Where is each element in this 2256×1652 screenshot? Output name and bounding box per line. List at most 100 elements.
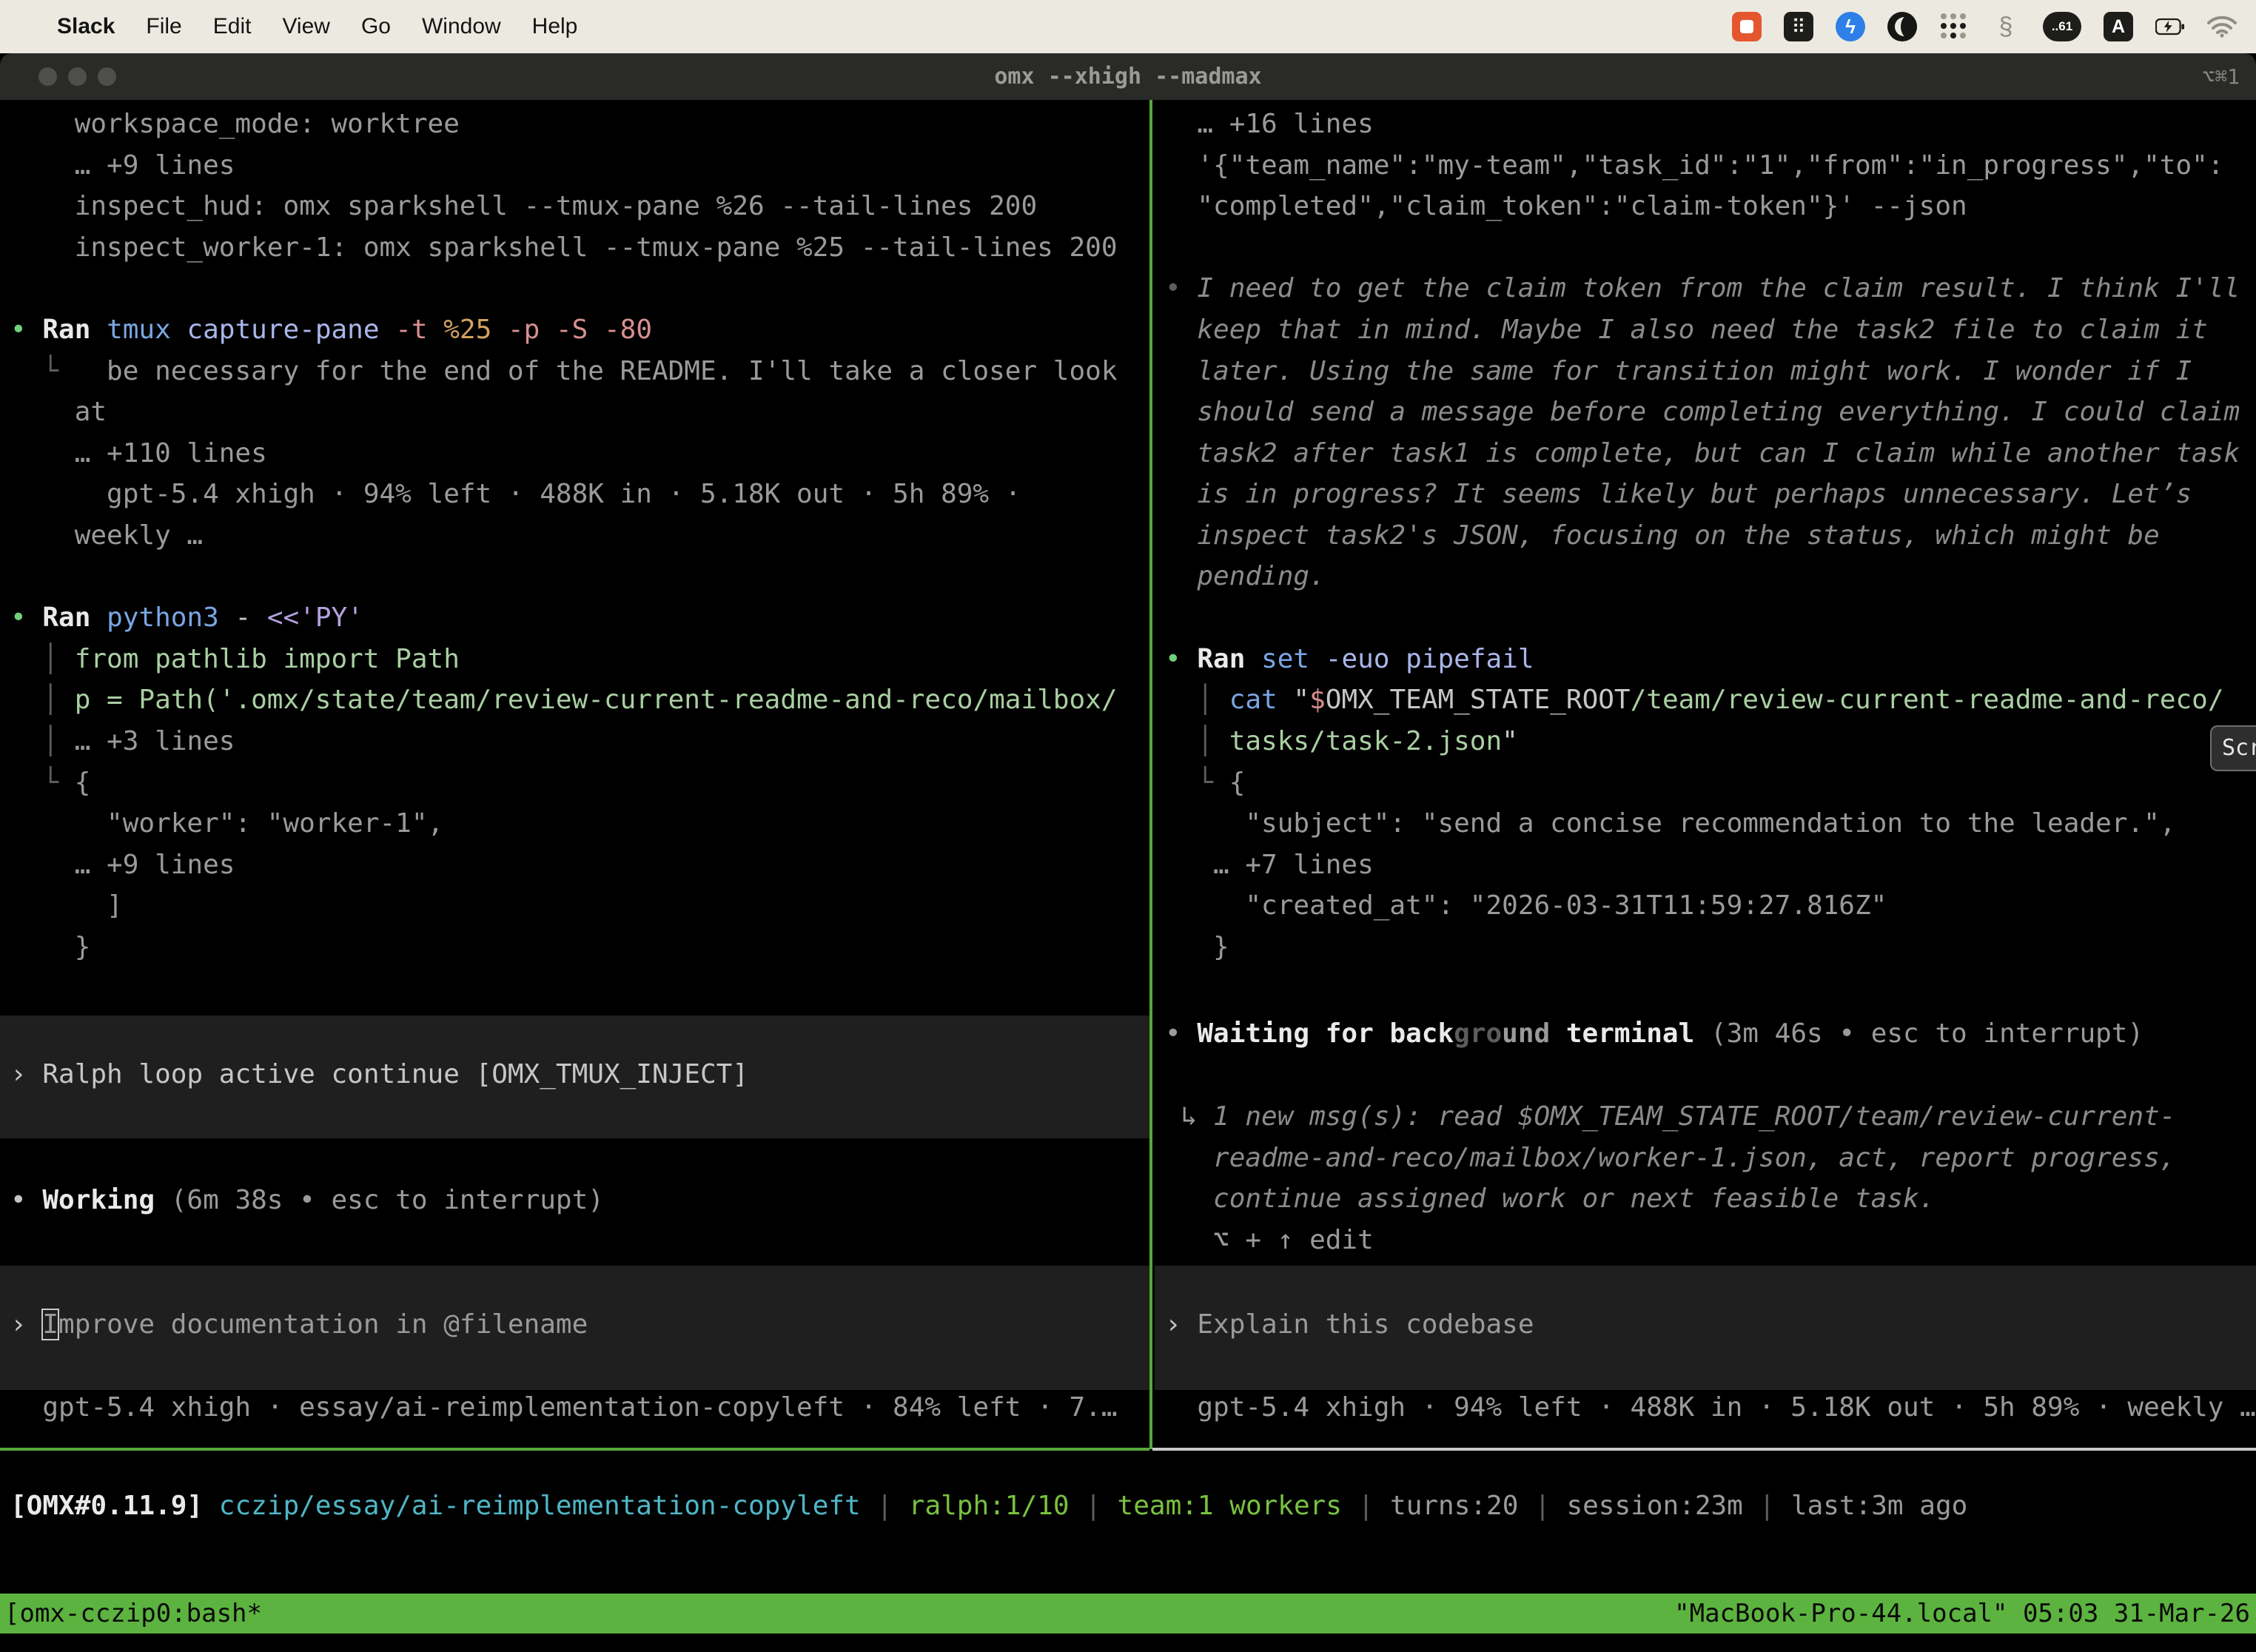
terminal-line: '{"team_name":"my-team","task_id":"1","f…	[1165, 145, 2223, 187]
terminal-text-segment: │	[1165, 685, 1229, 715]
terminal-line: inspect_worker-1: omx sparkshell --tmux-…	[10, 227, 1118, 269]
terminal-text-segment: continue assigned work or next feasible …	[1165, 1183, 1935, 1214]
terminal-text-segment: readme-and-reco/mailbox/worker-1.json, a…	[1165, 1143, 2175, 1173]
terminal-text-segment: pending.	[1165, 561, 1326, 591]
terminal-text-segment: tmux	[107, 315, 187, 345]
terminal-text-segment: "completed","claim_token":"claim-token"}…	[1165, 191, 1967, 221]
terminal-text-segment: mprove documentation in @filename	[58, 1309, 588, 1340]
terminal-text-segment: Working	[42, 1185, 170, 1215]
terminal-line: • Ran set -euo pipefail	[1165, 639, 1534, 680]
terminal-text-segment: should send a message before completing …	[1165, 397, 2240, 427]
terminal-text-segment: und	[1502, 1018, 1550, 1049]
terminal-text-segment: gpt-5.4 xhigh · 94% left · 488K in · 5.1…	[10, 479, 1021, 509]
terminal-text-segment: OMX_TEAM_STATE_ROOT	[1326, 685, 1631, 715]
terminal-text-segment: {	[1229, 768, 1246, 798]
terminal-text-segment: Ran	[42, 315, 107, 345]
terminal-text-segment: '{"team_name":"my-team","task_id":"1","f…	[1165, 150, 2223, 181]
terminal-text-segment: inspect task2's JSON, focusing on the st…	[1165, 520, 2160, 551]
terminal-line: }	[1165, 927, 1229, 968]
terminal-text-segment: └	[1165, 768, 1229, 798]
terminal-text-segment: Explain this codebase	[1197, 1309, 1534, 1340]
terminal-text-segment: [OMX#0.11.9]	[10, 1491, 203, 1521]
terminal-text-segment: gpt-5.4 xhigh · essay/ai-reimplementatio…	[10, 1392, 1118, 1423]
tmux-host-clock: "MacBook-Pro-44.local" 05:03 31-Mar-26	[1674, 1594, 2250, 1633]
terminal-text-segment: •	[10, 602, 42, 633]
terminal-line: └ {	[10, 762, 90, 804]
terminal-text-segment: task2 after task1 is complete, but can I…	[1165, 438, 2240, 469]
terminal-text-segment: p = Path('.omx/state/team/review-current…	[75, 685, 1118, 715]
terminal-line: │ cat "$OMX_TEAM_STATE_ROOT/team/review-…	[1165, 679, 2224, 721]
left-pane[interactable]: workspace_mode: worktree … +9 lines insp…	[0, 0, 1149, 1652]
terminal-text-segment: Ralph loop active continue [OMX_TMUX_INJ…	[42, 1059, 748, 1089]
terminal-line: should send a message before completing …	[1165, 392, 2240, 433]
terminal-text-segment: keep that in mind. Maybe I also need the…	[1165, 315, 2208, 345]
edit-hint: ⌥ + ↑ edit	[1165, 1220, 1374, 1261]
waiting-status: • Waiting for background terminal (3m 46…	[1165, 1013, 2143, 1055]
terminal-text-segment: <<'PY'	[267, 602, 363, 633]
terminal-text-segment: │	[10, 644, 75, 674]
terminal-text-segment: capture-pane	[187, 315, 395, 345]
terminal-line: │ … +3 lines	[10, 721, 235, 762]
terminal-line: • Ran tmux capture-pane -t %25 -p -S -80	[10, 309, 652, 351]
terminal-text-segment: workspace_mode: worktree	[10, 109, 460, 139]
terminal-line: later. Using the same for transition mig…	[1165, 351, 2192, 392]
omx-status-line: [OMX#0.11.9] cczip/essay/ai-reimplementa…	[10, 1485, 1967, 1527]
terminal-text-segment	[203, 1491, 219, 1521]
terminal-text-segment: $	[1309, 685, 1326, 715]
terminal-text-segment: at	[10, 397, 107, 427]
terminal-line: • I need to get the claim token from the…	[1165, 268, 2240, 309]
working-status: • Working (6m 38s • esc to interrupt)	[10, 1180, 604, 1221]
terminal-line: weekly …	[10, 515, 203, 557]
terminal-text-segment: turns:20	[1390, 1491, 1518, 1521]
terminal-line: "subject": "send a concise recommendatio…	[1165, 803, 2175, 845]
ralph-loop-notice: › Ralph loop active continue [OMX_TMUX_I…	[10, 1054, 748, 1095]
right-pane-bottom-border	[1152, 1448, 2256, 1451]
terminal-text-segment: •	[10, 1185, 42, 1215]
tmux-session-label[interactable]: [omx-cczip0:bash*	[4, 1594, 262, 1633]
terminal-text-segment: cczip/essay/ai-reimplementation-copyleft	[219, 1491, 861, 1521]
terminal-line: task2 after task1 is complete, but can I…	[1165, 433, 2240, 474]
terminal-text-segment: be necessary for the end of the README. …	[107, 356, 1117, 386]
terminal-text-segment: -t	[395, 315, 443, 345]
terminal-text-segment: (6m 38s • esc to interrupt)	[171, 1185, 604, 1215]
terminal-line: "created_at": "2026-03-31T11:59:27.816Z"	[1165, 885, 1887, 927]
terminal-text-segment: Ran	[1197, 644, 1261, 674]
pane-status-right: gpt-5.4 xhigh · 94% left · 488K in · 5.1…	[1165, 1387, 2256, 1428]
terminal-line: "completed","claim_token":"claim-token"}…	[1165, 186, 1967, 227]
terminal-text-segment: 1 new msg(s): read $OMX_TEAM_STATE_ROOT/…	[1213, 1101, 2175, 1132]
terminal-line: "worker": "worker-1",	[10, 803, 443, 845]
terminal-text-segment: -	[235, 602, 266, 633]
terminal-line: is in progress? It seems likely but perh…	[1165, 474, 2192, 515]
terminal-text-segment: python3	[107, 602, 235, 633]
pane-divider[interactable]	[1149, 100, 1152, 1449]
prompt-input-left[interactable]: › Improve documentation in @filename	[10, 1304, 588, 1346]
terminal-text-segment: last:3m ago	[1791, 1491, 1967, 1521]
terminal-text-segment: from pathlib import Path	[75, 644, 460, 674]
terminal-text-segment: •	[1165, 1018, 1197, 1049]
terminal-text-segment: {	[75, 768, 91, 798]
terminal-text-segment: … +110 lines	[10, 438, 267, 469]
terminal-text-segment: •	[1165, 644, 1197, 674]
terminal-text-segment: └	[10, 356, 107, 386]
terminal-text-segment: %25	[443, 315, 508, 345]
terminal-line: … +9 lines	[10, 845, 235, 886]
terminal-text-segment: inspect_worker-1: omx sparkshell --tmux-…	[10, 232, 1118, 263]
terminal-text-segment: tasks/task-2.json	[1229, 726, 1502, 756]
terminal-line: … +7 lines	[1165, 845, 1374, 886]
terminal-text-segment: set	[1261, 644, 1326, 674]
terminal-text-segment: /team/review-current-readme-and-reco/	[1631, 685, 2224, 715]
terminal-text-segment: │	[10, 726, 75, 756]
terminal-text-segment: gpt-5.4 xhigh · 94% left · 488K in · 5.1…	[1165, 1392, 2256, 1423]
terminal-text-segment: … +9 lines	[10, 850, 235, 880]
prompt-input-right[interactable]: › Explain this codebase	[1165, 1304, 1534, 1346]
terminal-line: inspect task2's JSON, focusing on the st…	[1165, 515, 2160, 557]
terminal-text-segment: session:23m	[1566, 1491, 1742, 1521]
terminal-text-segment: -euo pipefail	[1326, 644, 1534, 674]
terminal-line: workspace_mode: worktree	[10, 104, 460, 145]
right-pane[interactable]: … +16 lines '{"team_name":"my-team","tas…	[1155, 0, 2256, 1652]
terminal-text-segment: terminal	[1550, 1018, 1711, 1049]
terminal-line: │ p = Path('.omx/state/team/review-curre…	[10, 679, 1118, 721]
terminal-text-segment: … +3 lines	[75, 726, 235, 756]
terminal-text-segment: team:1 workers	[1118, 1491, 1342, 1521]
terminal-line: … +9 lines	[10, 145, 235, 187]
